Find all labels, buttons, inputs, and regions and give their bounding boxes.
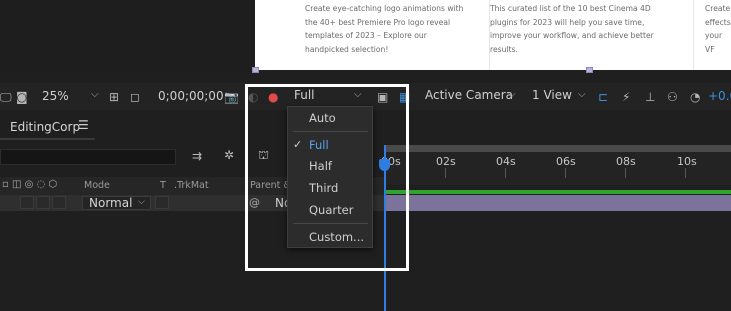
ruler-label: 04s: [496, 155, 516, 168]
camera-select[interactable]: Active Camera: [425, 88, 513, 102]
mask-icon[interactable]: ◙: [16, 90, 28, 104]
comp-flowchart-icon[interactable]: ⇉: [192, 149, 202, 163]
region-icon[interactable]: ◻: [130, 90, 140, 104]
camera-snapshot-icon[interactable]: 📷: [224, 90, 239, 104]
ruler-tick: [685, 168, 686, 178]
preview-line: improve your workflow, and achieve bette…: [490, 31, 654, 40]
chevron-down-icon[interactable]: ⌵: [578, 89, 586, 100]
preview-line: results.: [490, 44, 518, 54]
layer-search-input[interactable]: [0, 149, 176, 165]
ruler-label: 02s: [436, 155, 456, 168]
preview-line: effects: [705, 17, 731, 27]
work-area-bar[interactable]: [385, 145, 731, 152]
draft-3d-icon[interactable]: ✲: [224, 148, 234, 162]
zoom-level[interactable]: 25%: [42, 89, 69, 103]
ruler-label: 08s: [616, 155, 636, 168]
preview-line: plugins for 2023 will help you save time…: [490, 17, 645, 27]
flowchart-icon[interactable]: ⚇: [667, 90, 678, 104]
preview-text-col2: This curated list of the 10 best Cinema …: [490, 0, 690, 70]
composition-tab[interactable]: EditingCorp: [10, 120, 80, 134]
column-header-t[interactable]: T: [160, 180, 166, 191]
highlight-annotation: [245, 84, 409, 271]
switch-cell[interactable]: [52, 196, 66, 209]
switches-icons: ▫ ◫ ◎ ◌ ⬡: [2, 179, 58, 190]
column-header-mode[interactable]: Mode: [84, 180, 110, 191]
layer-mode-value: Normal: [89, 196, 133, 210]
preview-text-col3: Create effects your VF: [705, 0, 731, 70]
composition-preview: Create eye-catching logo animations with…: [255, 0, 731, 70]
ruler-tick: [505, 168, 506, 178]
grid-toggle-icon[interactable]: ⊞: [109, 90, 119, 104]
panel-background: [0, 0, 255, 72]
preview-line: Create: [705, 4, 731, 13]
reset-exposure-icon[interactable]: ◔: [690, 90, 700, 104]
preview-line: your VF: [705, 31, 723, 54]
layer-duration-bar[interactable]: [385, 195, 731, 211]
ruler-label: 06s: [556, 155, 576, 168]
chevron-down-icon[interactable]: ⌵: [508, 89, 516, 100]
fast-preview-icon[interactable]: ⚡: [622, 90, 630, 104]
column-header-trkmat[interactable]: .TrkMat: [174, 180, 209, 191]
ruler-tick: [625, 168, 626, 178]
switch-cell[interactable]: [20, 196, 34, 209]
ruler-tick: [565, 168, 566, 178]
trkmat-cell[interactable]: [155, 196, 169, 209]
tab-underline: [0, 138, 95, 140]
timecode-display[interactable]: 0;00;00;00: [158, 89, 224, 103]
ruler-tick: [445, 168, 446, 178]
tab-menu-icon[interactable]: ☰: [78, 118, 89, 132]
transform-handle[interactable]: [586, 67, 593, 73]
exposure-value[interactable]: +0.0: [708, 89, 731, 103]
monitor-icon[interactable]: 🖵: [0, 90, 12, 105]
chevron-down-icon[interactable]: ⌵: [91, 89, 99, 100]
view-layout-select[interactable]: 1 View: [532, 88, 572, 102]
switch-cell[interactable]: [36, 196, 50, 209]
column-divider: [693, 0, 694, 70]
pixel-aspect-icon[interactable]: ⊏: [598, 90, 608, 104]
render-bar: [385, 190, 731, 194]
chevron-down-icon[interactable]: ⌵: [138, 197, 145, 207]
preview-line: This curated list of the 10 best Cinema …: [490, 4, 651, 13]
ruler-label: 10s: [677, 155, 697, 168]
transform-handle[interactable]: [252, 67, 259, 73]
timeline-icon[interactable]: ⊥: [645, 90, 655, 104]
